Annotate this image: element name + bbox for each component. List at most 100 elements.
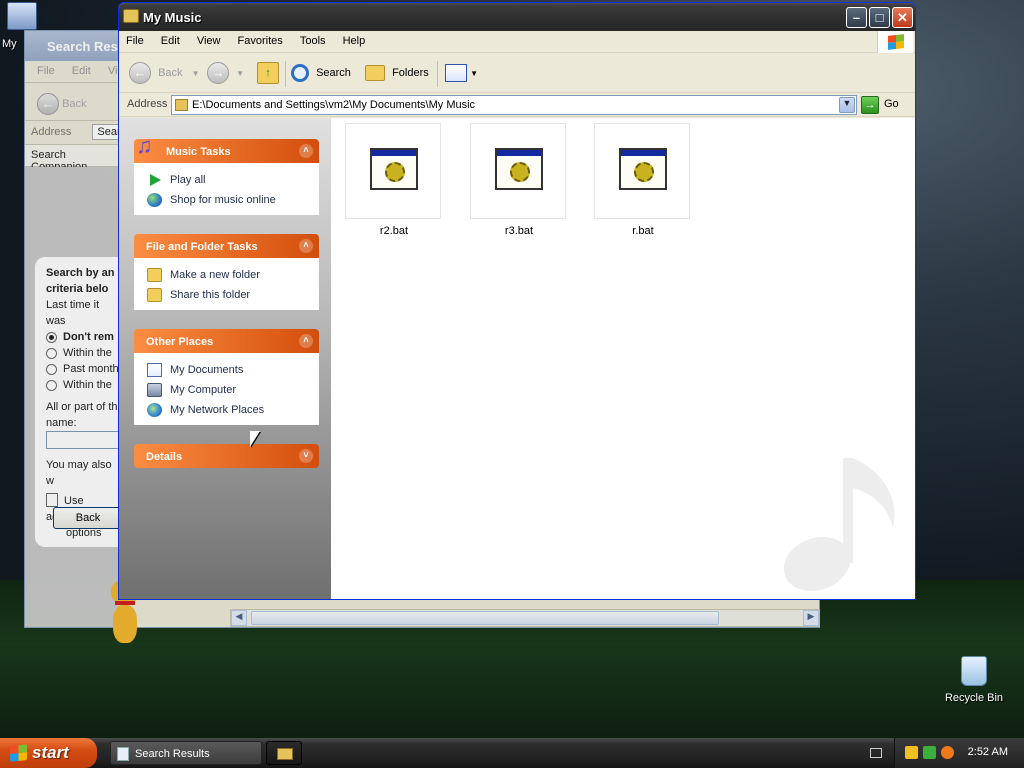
file-thumbnail: [345, 123, 441, 219]
go-arrow-icon[interactable]: →: [861, 96, 879, 114]
details-title: Details: [146, 451, 183, 463]
file-item[interactable]: r2.bat: [345, 123, 443, 243]
music-tasks-header[interactable]: ♫ Music Tasks ˄: [134, 133, 319, 163]
menu-favorites[interactable]: Favorites: [231, 31, 290, 47]
music-tasks-panel: ♫ Music Tasks ˄ Play all Shop for music …: [134, 133, 319, 215]
file-folder-tasks-header[interactable]: File and Folder Tasks ˄: [134, 234, 319, 258]
radio-option-3-label: Past month: [63, 363, 119, 375]
views-button[interactable]: ▼: [445, 61, 478, 85]
desktop-icon-recycle-bin[interactable]: Recycle Bin: [944, 656, 1004, 704]
radio-option-1-label: Don't rem: [63, 331, 114, 343]
back-arrow-icon: ←: [129, 62, 151, 85]
search-back-button[interactable]: Back: [53, 507, 123, 529]
network-icon[interactable]: [923, 746, 936, 759]
scroll-thumb[interactable]: [251, 611, 719, 625]
recycle-bin-icon: [961, 656, 987, 686]
search-heading-line2: criteria belo: [46, 283, 109, 295]
menu-tools[interactable]: Tools: [293, 31, 333, 47]
go-button[interactable]: Go: [884, 98, 899, 110]
search-tray-icon[interactable]: [941, 746, 954, 759]
file-item[interactable]: r.bat: [594, 123, 692, 243]
search-horizontal-scrollbar[interactable]: ◀ ▶: [230, 609, 820, 627]
file-name: r2.bat: [379, 225, 409, 237]
address-field[interactable]: E:\Documents and Settings\vm2\My Documen…: [171, 95, 857, 115]
menu-edit[interactable]: Edit: [72, 65, 91, 77]
chevron-down-icon[interactable]: ▼: [192, 69, 200, 78]
radio-option-1[interactable]: [46, 331, 57, 343]
address-label: Address: [127, 98, 168, 110]
gear-icon: [510, 162, 530, 182]
window-titlebar[interactable]: My Music – □ ✕: [119, 3, 915, 31]
play-icon: [150, 174, 161, 186]
start-label: start: [32, 743, 69, 762]
gear-icon: [634, 162, 654, 182]
address-value: E:\Documents and Settings\vm2\My Documen…: [192, 99, 476, 111]
menu-file[interactable]: File: [119, 31, 151, 47]
taskbar-button-my-music[interactable]: [266, 741, 302, 765]
details-header[interactable]: Details ˅: [134, 444, 319, 468]
folder-icon: [277, 748, 293, 760]
collapse-icon[interactable]: ˄: [299, 334, 313, 348]
forward-button[interactable]: → ▼: [207, 61, 244, 85]
window-content: ♫ Music Tasks ˄ Play all Shop for music …: [119, 118, 915, 599]
keyboard-icon[interactable]: [870, 748, 882, 758]
my-documents-link[interactable]: My Documents: [147, 360, 318, 380]
scroll-right-icon[interactable]: ▶: [803, 610, 819, 626]
up-folder-button[interactable]: ↑: [257, 61, 279, 85]
start-button[interactable]: start: [0, 738, 97, 768]
desktop-icon-label: Recycle Bin: [944, 692, 1004, 704]
forward-arrow-icon: →: [207, 62, 229, 85]
file-thumbnail: [470, 123, 566, 219]
file-folder-tasks-body: Make a new folder Share this folder: [134, 258, 319, 310]
music-note-watermark-icon: [783, 458, 895, 592]
radio-option-2[interactable]: [46, 347, 57, 359]
file-name-input[interactable]: [46, 431, 120, 449]
back-arrow-icon[interactable]: ←: [37, 93, 59, 115]
make-new-folder-link[interactable]: Make a new folder: [147, 265, 318, 285]
address-bar: Address E:\Documents and Settings\vm2\My…: [119, 93, 915, 117]
file-thumbnail: [594, 123, 690, 219]
menu-help[interactable]: Help: [336, 31, 373, 47]
my-music-window[interactable]: My Music – □ ✕ File Edit View Favorites …: [118, 2, 916, 600]
chevron-down-icon[interactable]: ▼: [236, 69, 244, 78]
taskbar-button-search-results[interactable]: Search Results: [110, 741, 262, 765]
search-button[interactable]: Search: [291, 61, 351, 85]
collapse-icon[interactable]: ˄: [299, 239, 313, 253]
my-computer-icon: [147, 383, 162, 397]
collapse-icon[interactable]: ˄: [299, 144, 313, 158]
menu-file[interactable]: File: [37, 65, 55, 77]
my-documents-icon: [147, 363, 162, 377]
gear-icon: [385, 162, 405, 182]
task-pane: ♫ Music Tasks ˄ Play all Shop for music …: [119, 118, 331, 599]
close-button[interactable]: ✕: [892, 7, 913, 28]
my-documents-label: My Documents: [170, 364, 244, 376]
menu-edit[interactable]: Edit: [154, 31, 187, 47]
security-shield-icon[interactable]: [905, 746, 918, 759]
chevron-down-icon[interactable]: ▼: [839, 97, 855, 113]
search-back-label[interactable]: Back: [62, 98, 86, 110]
folders-button[interactable]: Folders: [365, 61, 429, 85]
file-folder-tasks-panel: File and Folder Tasks ˄ Make a new folde…: [134, 234, 319, 310]
minimize-button[interactable]: –: [846, 7, 867, 28]
back-label: Back: [158, 67, 183, 79]
my-network-places-link[interactable]: My Network Places: [147, 400, 318, 420]
music-tasks-title: Music Tasks: [166, 146, 231, 158]
other-places-header[interactable]: Other Places ˄: [134, 329, 319, 353]
maximize-button[interactable]: □: [869, 7, 890, 28]
advanced-options-icon[interactable]: [46, 493, 58, 507]
file-name: r3.bat: [504, 225, 534, 237]
shop-music-link[interactable]: Shop for music online: [147, 190, 318, 210]
menu-view[interactable]: View: [190, 31, 228, 47]
details-panel: Details ˅: [134, 444, 319, 468]
play-all-link[interactable]: Play all: [147, 170, 318, 190]
my-computer-link[interactable]: My Computer: [147, 380, 318, 400]
share-folder-link[interactable]: Share this folder: [147, 285, 318, 305]
file-item[interactable]: r3.bat: [470, 123, 568, 243]
radio-option-4[interactable]: [46, 379, 57, 391]
radio-option-3[interactable]: [46, 363, 57, 375]
file-list[interactable]: r2.bat r3.bat r.bat: [331, 118, 915, 599]
back-button[interactable]: ← Back ▼: [129, 61, 200, 85]
expand-icon[interactable]: ˅: [299, 449, 313, 463]
toolbar: ← Back ▼ → ▼ ↑ Search Folders ▼: [119, 53, 915, 93]
scroll-left-icon[interactable]: ◀: [231, 610, 247, 626]
